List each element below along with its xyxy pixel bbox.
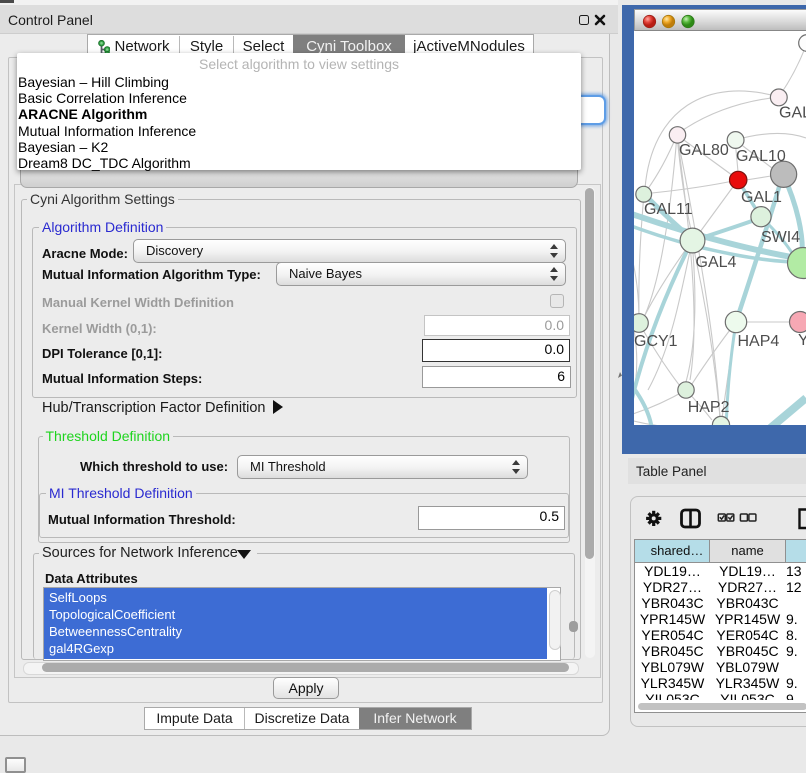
svg-text:GAL4: GAL4	[696, 254, 737, 271]
svg-text:GCY1: GCY1	[634, 333, 678, 350]
svg-text:GAL11: GAL11	[644, 201, 693, 218]
svg-text:HAP2: HAP2	[688, 399, 730, 416]
svg-text:GAL1: GAL1	[741, 189, 782, 206]
svg-text:HAP4: HAP4	[738, 333, 780, 350]
svg-text:GAL80: GAL80	[679, 142, 729, 159]
svg-text:Y: Y	[798, 332, 806, 349]
svg-text:GAL10: GAL10	[736, 148, 786, 165]
svg-text:GAL: GAL	[779, 105, 806, 122]
svg-text:SWI4: SWI4	[761, 229, 800, 246]
